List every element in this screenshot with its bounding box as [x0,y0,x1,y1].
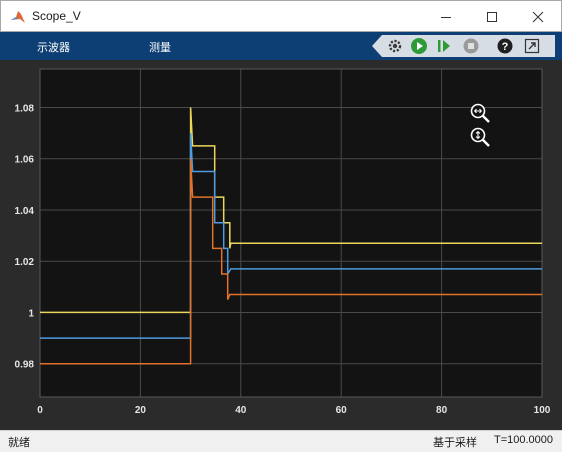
status-state: 就绪 [8,437,30,449]
y-tick-label: 1.08 [15,103,35,114]
window-title: Scope_V [32,9,81,23]
undock-button[interactable] [522,36,542,56]
matlab-logo-icon [11,11,25,23]
maximize-button[interactable] [469,1,515,32]
y-tick-label: 0.98 [15,360,35,371]
status-time: T=100.0000 [494,434,554,446]
help-button[interactable]: ? [495,36,515,56]
x-tick-label: 60 [336,405,348,416]
x-tick-label: 40 [235,405,247,416]
run-icon [411,38,427,54]
gear-icon [388,39,402,53]
step-forward-icon [438,40,450,52]
x-tick-label: 80 [436,405,448,416]
stop-icon [463,38,479,54]
step-forward-button[interactable] [434,36,454,56]
menu-scope[interactable]: 示波器 [37,39,70,55]
maximize-icon [487,11,497,22]
zoom-horizontal-icon[interactable] [469,102,491,124]
settings-button[interactable] [385,36,405,56]
minimize-button[interactable] [423,1,469,32]
close-button[interactable] [515,1,561,32]
close-icon [532,11,544,22]
minimize-icon [441,16,451,18]
x-tick-label: 100 [534,405,551,416]
undock-icon [524,38,540,54]
window-title-bar[interactable]: Scope_V [0,0,562,32]
y-tick-label: 1.02 [15,257,35,268]
help-icon: ? [497,38,513,54]
axes-area[interactable] [40,69,542,397]
scope-toolbar: 示波器 测量 ? [0,32,562,60]
run-button[interactable] [409,36,429,56]
status-bar: 就绪 基于采样 T=100.0000 [0,430,562,452]
y-tick-label: 1 [28,308,34,319]
scope-display[interactable]: 0 20 40 60 80 100 0.98 1 1.02 1.04 1.06 1.08 [0,60,562,430]
stop-button[interactable] [461,36,481,56]
x-tick-label: 20 [135,405,147,416]
svg-text:?: ? [502,41,509,53]
menu-measure[interactable]: 测量 [149,39,171,55]
y-tick-label: 1.04 [15,206,35,217]
y-tick-label: 1.06 [15,155,35,166]
x-tick-label: 0 [37,405,43,416]
zoom-vertical-icon[interactable] [469,126,491,148]
status-mode: 基于采样 [433,437,477,449]
